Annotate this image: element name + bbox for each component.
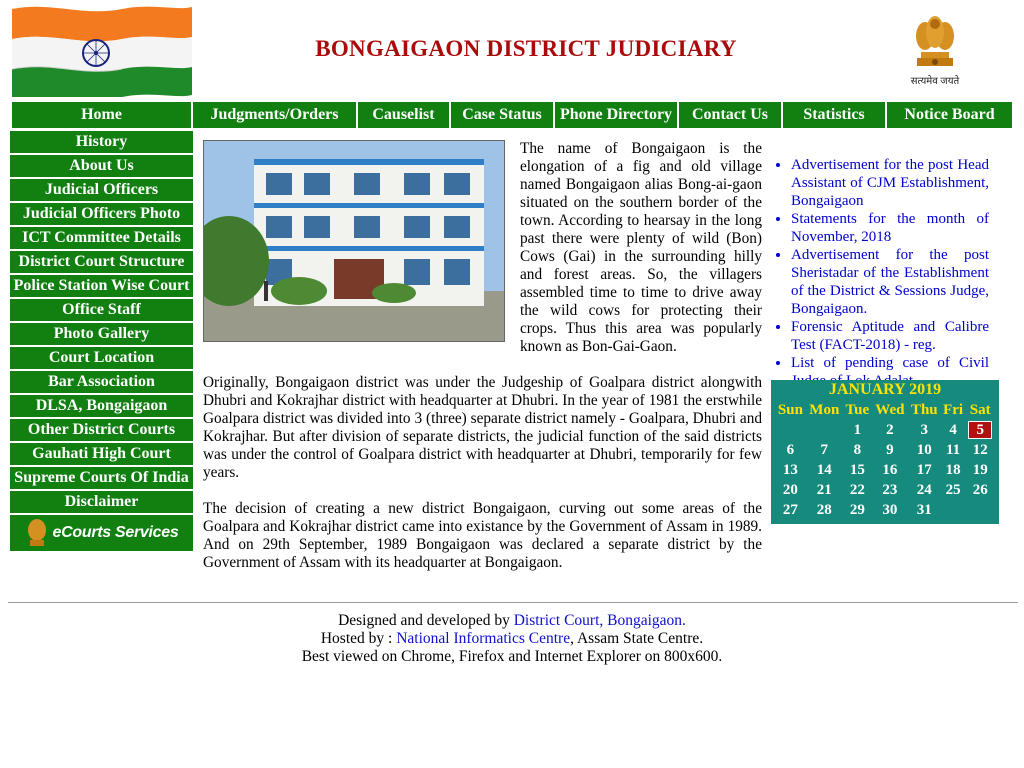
sidebar-item-disclaimer[interactable]: Disclaimer	[10, 491, 193, 513]
sidebar-item-supreme-court[interactable]: Supreme Courts Of India	[10, 467, 193, 489]
calendar-day[interactable]: 8	[843, 440, 872, 460]
sidebar-item-court-structure[interactable]: District Court Structure	[10, 251, 193, 273]
calendar-day[interactable]: 16	[872, 460, 908, 480]
ecourts-emblem-icon	[27, 519, 46, 546]
calendar-empty-cell	[965, 500, 995, 520]
nic-link[interactable]: National Informatics Centre	[396, 630, 570, 647]
footer-hosted-prefix: Hosted by :	[320, 630, 397, 647]
calendar-day[interactable]: 21	[806, 480, 843, 500]
ecourts-services-button[interactable]: eCourts Services	[10, 515, 193, 551]
ecourts-label: eCourts Services	[52, 524, 179, 541]
calendar-today-marker: 5	[968, 421, 993, 439]
sidebar-item-court-location[interactable]: Court Location	[10, 347, 193, 369]
footer-hosted-suffix: , Assam State Centre.	[570, 630, 704, 647]
calendar-day[interactable]: 6	[775, 440, 806, 460]
sidebar-item-ict-committee[interactable]: ICT Committee Details	[10, 227, 193, 249]
calendar-day[interactable]: 1	[843, 420, 872, 440]
nav-causelist[interactable]: Causelist	[358, 102, 451, 128]
calendar-empty-cell	[775, 420, 806, 440]
calendar-day[interactable]: 27	[775, 500, 806, 520]
footer-divider	[8, 602, 1018, 603]
notice-link[interactable]: Advertisement for the post Sheristadar o…	[791, 246, 989, 318]
district-court-link[interactable]: District Court, Bongaigaon.	[514, 612, 686, 629]
calendar-weekday: Sat	[969, 401, 991, 418]
notice-link[interactable]: List of pending case of Civil Judge of L…	[791, 354, 989, 380]
sidebar-item-dlsa[interactable]: DLSA, Bongaigaon	[10, 395, 193, 417]
calendar-day[interactable]: 7	[806, 440, 843, 460]
sidebar-item-bar-association[interactable]: Bar Association	[10, 371, 193, 393]
calendar-day[interactable]: 14	[806, 460, 843, 480]
calendar-grid: Sun Mon Tue Wed Thu Fri Sat 1 2 3 4 5 6 7 8 9 10 11 12 13 1…	[775, 400, 995, 520]
nav-case-status[interactable]: Case Status	[451, 102, 555, 128]
nav-home[interactable]: Home	[12, 102, 193, 128]
nav-statistics[interactable]: Statistics	[783, 102, 887, 128]
calendar-day[interactable]: 17	[908, 460, 941, 480]
history-paragraph-2: Originally, Bongaigaon district was unde…	[203, 374, 762, 481]
calendar: JANUARY 2019 Sun Mon Tue Wed Thu Fri Sat 12345…	[771, 380, 999, 524]
court-building-photo	[189, 140, 505, 342]
nav-judgments-orders[interactable]: Judgments/Orders	[193, 102, 358, 128]
calendar-weekday: Mon	[809, 401, 840, 418]
sidebar-item-gauhati-high-court[interactable]: Gauhati High Court	[10, 443, 193, 465]
calendar-day[interactable]: 11	[941, 440, 966, 460]
calendar-day[interactable]: 4	[941, 420, 966, 440]
footer-designed-line: Designed and developed by District Court…	[0, 612, 1024, 630]
calendar-weekday: Sun	[777, 401, 803, 418]
sidebar-item-other-district-courts[interactable]: Other District Courts	[10, 419, 193, 441]
notice-link[interactable]: Forensic Aptitude and Calibre Test (FACT…	[791, 318, 989, 354]
calendar-day[interactable]: 29	[843, 500, 872, 520]
footer-best-viewed: Best viewed on Chrome, Firefox and Inter…	[301, 648, 723, 665]
sidebar-item-photo-gallery[interactable]: Photo Gallery	[10, 323, 193, 345]
calendar-weekday: Fri	[943, 401, 964, 418]
calendar-day[interactable]: 31	[908, 500, 941, 520]
calendar-empty-cell	[806, 420, 843, 440]
main-content: The name of Bongaigaon is the elongation…	[189, 140, 762, 590]
sidebar-item-judicial-officers[interactable]: Judicial Officers	[10, 179, 193, 201]
notice-link[interactable]: Statements for the month of November, 20…	[791, 210, 989, 246]
site-title: BONGAIGAON DISTRICT JUDICIARY	[315, 36, 737, 61]
footer-designed-prefix: Designed and developed by	[338, 612, 514, 629]
calendar-day[interactable]: 5	[965, 420, 995, 440]
calendar-weekday: Thu	[910, 401, 938, 418]
sidebar-item-police-station-court[interactable]: Police Station Wise Court	[10, 275, 193, 297]
history-paragraph-3: The decision of creating a new district …	[203, 500, 762, 571]
calendar-day[interactable]: 3	[908, 420, 941, 440]
calendar-day[interactable]: 19	[965, 460, 995, 480]
calendar-day[interactable]: 13	[775, 460, 806, 480]
nav-notice-board[interactable]: Notice Board	[887, 102, 1012, 128]
calendar-weekday: Wed	[875, 401, 905, 418]
calendar-day[interactable]: 18	[941, 460, 966, 480]
top-navigation: Home Judgments/Orders Causelist Case Sta…	[12, 102, 1012, 128]
calendar-day[interactable]: 2	[872, 420, 908, 440]
calendar-day[interactable]: 12	[965, 440, 995, 460]
sidebar-item-office-staff[interactable]: Office Staff	[10, 299, 193, 321]
calendar-day[interactable]: 23	[872, 480, 908, 500]
calendar-day[interactable]: 22	[843, 480, 872, 500]
calendar-empty-cell	[941, 500, 966, 520]
calendar-day[interactable]: 20	[775, 480, 806, 500]
calendar-day[interactable]: 28	[806, 500, 843, 520]
notice-list: Advertisement for the post Head Assistan…	[771, 156, 989, 380]
sidebar-item-judicial-officers-photo[interactable]: Judicial Officers Photo	[10, 203, 193, 225]
sidebar-item-history[interactable]: History	[10, 131, 193, 153]
calendar-day[interactable]: 24	[908, 480, 941, 500]
calendar-day[interactable]: 15	[843, 460, 872, 480]
calendar-title: JANUARY 2019	[828, 381, 942, 398]
sidebar-menu: History About Us Judicial Officers Judic…	[10, 131, 193, 551]
calendar-day[interactable]: 30	[872, 500, 908, 520]
calendar-weekday: Tue	[845, 401, 870, 418]
calendar-day[interactable]: 25	[941, 480, 966, 500]
notice-link[interactable]: Advertisement for the post Head Assistan…	[791, 156, 989, 210]
footer-hosted-line: Hosted by : National Informatics Centre,…	[0, 630, 1024, 648]
emblem-caption: सत्यमेव जयते	[910, 76, 960, 87]
calendar-day[interactable]: 26	[965, 480, 995, 500]
footer: Designed and developed by District Court…	[0, 612, 1024, 666]
nav-phone-directory[interactable]: Phone Directory	[555, 102, 679, 128]
calendar-day[interactable]: 10	[908, 440, 941, 460]
nav-contact-us[interactable]: Contact Us	[679, 102, 783, 128]
sidebar-item-about-us[interactable]: About Us	[10, 155, 193, 177]
calendar-day[interactable]: 9	[872, 440, 908, 460]
